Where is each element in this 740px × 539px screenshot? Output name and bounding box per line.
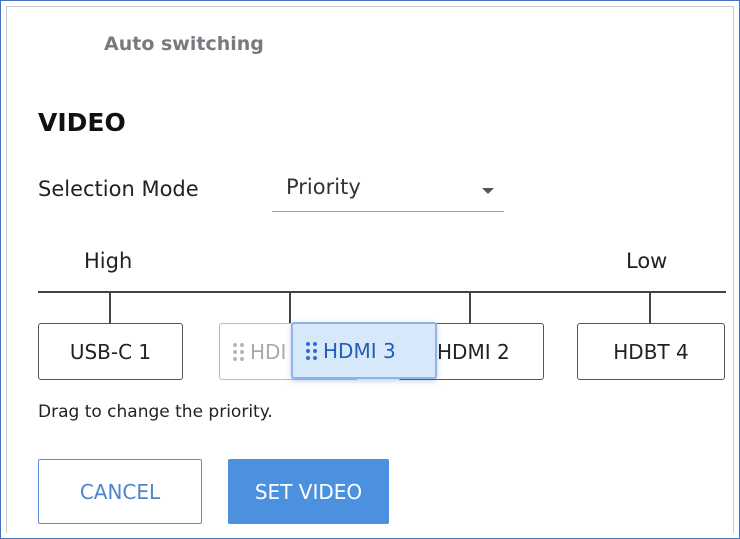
grip-dots-icon[interactable] <box>305 341 319 361</box>
cancel-button[interactable]: CANCEL <box>38 459 202 524</box>
port-label: HDI <box>250 339 287 364</box>
port-label: USB-C 1 <box>69 339 152 364</box>
video-heading: VIDEO <box>38 108 126 137</box>
port-label: HDMI 3 <box>323 338 396 363</box>
section-title: Auto switching <box>104 33 264 55</box>
priority-connector <box>649 292 651 324</box>
port-label: HDMI 2 <box>437 339 510 364</box>
drag-hint: Drag to change the priority. <box>38 402 273 422</box>
port-label: HDBT 4 <box>613 339 689 364</box>
port-hdmi-3-dragging[interactable]: HDMI 3 <box>291 322 437 379</box>
port-usb-c-1[interactable]: USB-C 1 <box>38 323 183 380</box>
grip-dots-icon <box>233 342 244 361</box>
priority-axis-line <box>38 291 726 293</box>
set-video-button[interactable]: SET VIDEO <box>228 459 389 524</box>
caret-down-icon <box>482 188 494 194</box>
selection-mode-value: Priority <box>286 175 361 199</box>
priority-connector <box>109 292 111 324</box>
port-hdbt-4[interactable]: HDBT 4 <box>577 323 725 380</box>
priority-connector <box>289 292 291 324</box>
priority-connector <box>469 292 471 324</box>
selection-mode-label: Selection Mode <box>38 177 199 201</box>
priority-low-label: Low <box>626 249 668 273</box>
selection-mode-dropdown[interactable]: Priority <box>272 170 504 212</box>
priority-high-label: High <box>84 249 133 273</box>
